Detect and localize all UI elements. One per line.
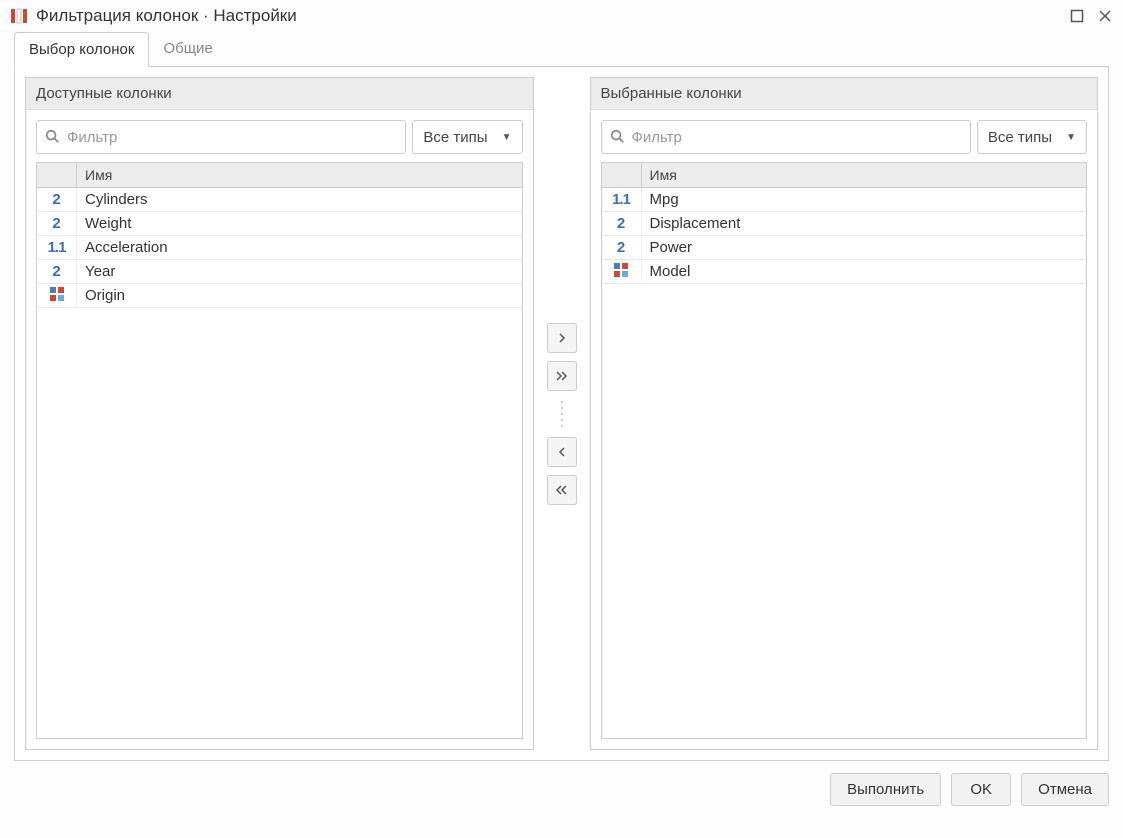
tab-column-selection[interactable]: Выбор колонок	[14, 32, 149, 67]
divider-dots	[559, 399, 565, 429]
available-table-header: Имя	[37, 163, 522, 188]
column-name: Acceleration	[77, 239, 522, 256]
table-row[interactable]: 2 Year	[37, 260, 522, 284]
category-type-icon	[613, 262, 629, 282]
selected-col-header-name: Имя	[642, 163, 1087, 187]
remove-all-button[interactable]	[547, 475, 577, 505]
available-filter-wrapper	[36, 120, 406, 154]
available-columns-table: Имя 2 Cylinders 2 Weight 1.1 Acceleration 2 Yea…	[36, 162, 523, 739]
transfer-buttons	[544, 77, 580, 750]
selected-columns-table: Имя 1.1 Mpg 2 Displacement 2 Power Model	[601, 162, 1088, 739]
selected-type-select[interactable]: Все типы ▼	[977, 120, 1087, 154]
caret-down-icon: ▼	[502, 132, 512, 143]
available-columns-header: Доступные колонки	[26, 78, 533, 110]
selected-columns-panel: Выбранные колонки Все типы ▼ Имя	[590, 77, 1099, 750]
table-row[interactable]: 2 Power	[602, 236, 1087, 260]
remove-button[interactable]	[547, 437, 577, 467]
table-row[interactable]: Model	[602, 260, 1087, 284]
integer-type-icon: 2	[617, 239, 625, 256]
execute-button[interactable]: Выполнить	[830, 773, 941, 806]
column-name: Model	[642, 263, 1087, 280]
available-col-header-name: Имя	[77, 163, 522, 187]
caret-down-icon: ▼	[1066, 132, 1076, 143]
table-row[interactable]: 2 Weight	[37, 212, 522, 236]
search-icon	[45, 129, 59, 146]
available-type-select-label: Все типы	[423, 129, 487, 146]
titlebar: Фильтрация колонок · Настройки	[0, 0, 1123, 32]
add-button[interactable]	[547, 323, 577, 353]
double-type-icon: 1.1	[48, 239, 66, 256]
category-type-icon	[49, 286, 65, 306]
app-icon	[10, 7, 28, 25]
table-row[interactable]: 1.1 Acceleration	[37, 236, 522, 260]
column-name: Year	[77, 263, 522, 280]
available-type-select[interactable]: Все типы ▼	[412, 120, 522, 154]
integer-type-icon: 2	[52, 215, 60, 232]
column-name: Weight	[77, 215, 522, 232]
column-name: Mpg	[642, 191, 1087, 208]
column-name: Origin	[77, 287, 522, 304]
search-icon	[610, 129, 624, 146]
available-filter-input[interactable]	[65, 128, 397, 147]
ok-button[interactable]: OK	[951, 773, 1011, 806]
selected-type-select-label: Все типы	[988, 129, 1052, 146]
double-type-icon: 1.1	[612, 191, 630, 208]
column-name: Power	[642, 239, 1087, 256]
footer: Выполнить OK Отмена	[0, 761, 1123, 818]
table-row[interactable]: Origin	[37, 284, 522, 308]
tab-general[interactable]: Общие	[149, 32, 226, 67]
main-content: Доступные колонки Все типы ▼ Имя	[14, 67, 1109, 761]
column-name: Displacement	[642, 215, 1087, 232]
available-columns-panel: Доступные колонки Все типы ▼ Имя	[25, 77, 534, 750]
table-row[interactable]: 2 Displacement	[602, 212, 1087, 236]
selected-columns-header: Выбранные колонки	[591, 78, 1098, 110]
table-row[interactable]: 2 Cylinders	[37, 188, 522, 212]
integer-type-icon: 2	[52, 191, 60, 208]
window-title: Фильтрация колонок · Настройки	[36, 6, 1061, 26]
close-button[interactable]	[1097, 8, 1113, 24]
integer-type-icon: 2	[52, 263, 60, 280]
add-all-button[interactable]	[547, 361, 577, 391]
table-row[interactable]: 1.1 Mpg	[602, 188, 1087, 212]
maximize-button[interactable]	[1069, 8, 1085, 24]
selected-table-header: Имя	[602, 163, 1087, 188]
integer-type-icon: 2	[617, 215, 625, 232]
column-name: Cylinders	[77, 191, 522, 208]
cancel-button[interactable]: Отмена	[1021, 773, 1109, 806]
selected-filter-input[interactable]	[630, 128, 962, 147]
selected-filter-wrapper	[601, 120, 971, 154]
tabs: Выбор колонок Общие	[0, 32, 1123, 67]
